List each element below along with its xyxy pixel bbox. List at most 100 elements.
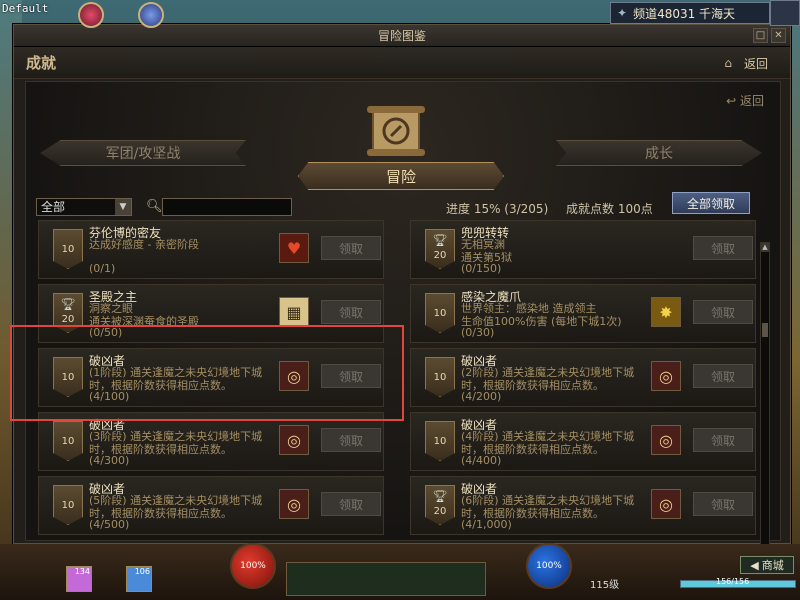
burst-icon[interactable]: ✸ bbox=[651, 297, 681, 327]
claim-button[interactable]: 领取 bbox=[321, 364, 381, 388]
tab-legion[interactable]: 军团/攻坚战 bbox=[40, 140, 246, 166]
claim-button[interactable]: 领取 bbox=[321, 492, 381, 516]
skill-bar[interactable] bbox=[286, 562, 486, 596]
rune-icon[interactable]: ◎ bbox=[651, 489, 681, 519]
version-label: Default bbox=[2, 2, 49, 15]
achievement-card: 10 感染之魔爪 世界领主：感染地 造成领主 生命值100%伤害 (每地下城1次)(… bbox=[410, 284, 756, 343]
points-medal: 🏆︎ 20 bbox=[425, 485, 455, 525]
points-medal: 10 bbox=[425, 421, 455, 461]
achievement-desc: (3阶段) 通关逢魔之未央幻境地下城时，根据阶数获得相应点数。 bbox=[89, 430, 263, 456]
points-medal: 10 bbox=[425, 357, 455, 397]
achievement-desc: 无相冥渊 通关第5狱 bbox=[461, 238, 512, 264]
mp-orb: 100% bbox=[526, 543, 572, 589]
points-medal: 10 bbox=[53, 357, 83, 397]
points-medal: 10 bbox=[53, 485, 83, 525]
home-icon[interactable]: ⌂ bbox=[724, 56, 732, 70]
tab-growth[interactable]: 成长 bbox=[556, 140, 762, 166]
claim-button[interactable]: 领取 bbox=[693, 364, 753, 388]
hp-numbers: 156/156 bbox=[716, 577, 750, 586]
achievement-card: 🏆︎ 20 兜兜转转 无相冥渊 通关第5狱 (0/150) 领取 bbox=[410, 220, 756, 279]
points-text: 成就点数 100点 bbox=[566, 202, 653, 216]
achievement-progress: (4/300) bbox=[89, 454, 130, 467]
claim-button[interactable]: 领取 bbox=[693, 492, 753, 516]
achievement-card: 10 破凶者 (5阶段) 通关逢魔之未央幻境地下城时，根据阶数获得相应点数。 (4/5… bbox=[38, 476, 384, 535]
achievement-desc: (5阶段) 通关逢魔之未央幻境地下城时，根据阶数获得相应点数。 bbox=[89, 494, 263, 520]
achievement-desc: 世界领主：感染地 造成领主 生命值100%伤害 (每地下城1次) bbox=[461, 302, 622, 328]
inventory-slot[interactable]: 106 bbox=[126, 566, 152, 592]
achievement-card: 10 破凶者 (3阶段) 通关逢魔之未央幻境地下城时，根据阶数获得相应点数。 (4/3… bbox=[38, 412, 384, 471]
minimap-button[interactable] bbox=[770, 0, 800, 26]
achievement-panel: ↩ 返回 军团/攻坚战 冒险 成长 全部 ▼ 🔍︎ 进度 15% (3/205)… bbox=[25, 81, 781, 560]
claim-button[interactable]: 领取 bbox=[321, 300, 381, 324]
shop-icon: ◀ bbox=[750, 558, 759, 572]
points-medal: 🏆︎ 20 bbox=[425, 229, 455, 269]
window-titlebar[interactable]: 冒险图鉴 □ ✕ bbox=[14, 25, 790, 47]
achievement-progress: (4/200) bbox=[461, 390, 502, 403]
back-button[interactable]: 返回 bbox=[744, 55, 768, 72]
hp-orb: 100% bbox=[230, 543, 276, 589]
claim-button[interactable]: 领取 bbox=[693, 236, 753, 260]
close-button[interactable]: ✕ bbox=[771, 28, 786, 43]
rune-icon[interactable]: ◎ bbox=[279, 361, 309, 391]
achievement-desc: 洞察之眼 通关被深渊蚕食的圣殿 bbox=[89, 302, 199, 328]
rune-icon[interactable]: ◎ bbox=[651, 361, 681, 391]
window-title: 冒险图鉴 bbox=[377, 29, 426, 43]
chevron-down-icon[interactable]: ▼ bbox=[115, 199, 131, 215]
achievement-desc: (4阶段) 通关逢魔之未央幻境地下城时，根据阶数获得相应点数。 bbox=[461, 430, 635, 456]
points-value: 10 bbox=[433, 308, 447, 319]
trophy-icon: 🏆︎ bbox=[432, 233, 448, 247]
category-dropdown-value: 全部 bbox=[41, 200, 66, 214]
shop-button[interactable]: ◀ 商城 bbox=[740, 556, 794, 574]
back-link[interactable]: ↩ 返回 bbox=[726, 92, 764, 109]
claim-button[interactable]: 领取 bbox=[693, 428, 753, 452]
trophy-icon: 🏆︎ bbox=[432, 489, 448, 503]
points-medal: 10 bbox=[53, 229, 83, 269]
rune-icon[interactable]: ◎ bbox=[279, 489, 309, 519]
achievement-desc: (2阶段) 通关逢魔之未央幻境地下城时，根据阶数获得相应点数。 bbox=[461, 366, 635, 392]
rune-icon[interactable]: ◎ bbox=[651, 425, 681, 455]
buff-icon[interactable] bbox=[78, 2, 104, 28]
adventure-guide-window: 冒险图鉴 □ ✕ 成就 ⌂ 返回 ↩ 返回 军团/攻坚战 冒险 成长 全部 ▼ bbox=[13, 24, 791, 560]
points-value: 10 bbox=[433, 436, 447, 447]
achievement-progress: (0/150) bbox=[461, 262, 502, 275]
channel-indicator[interactable]: ✦ 频道48031 千海天 bbox=[610, 2, 770, 24]
points-value: 10 bbox=[433, 372, 447, 383]
achievement-desc: (6阶段) 通关逢魔之未央幻境地下城时，根据阶数获得相应点数。 bbox=[461, 494, 635, 520]
claim-button[interactable]: 领取 bbox=[321, 236, 381, 260]
points-value: 20 bbox=[433, 506, 447, 517]
list-scrollbar[interactable]: ▲ ▼ bbox=[760, 242, 770, 560]
rune-icon[interactable]: ◎ bbox=[279, 425, 309, 455]
achievement-progress: (4/1,000) bbox=[461, 518, 512, 531]
trophy-icon: 🏆︎ bbox=[60, 297, 76, 311]
tab-adventure[interactable]: 冒险 bbox=[298, 162, 504, 190]
back-link-label: 返回 bbox=[739, 94, 764, 108]
points-value: 20 bbox=[433, 250, 447, 261]
claim-button[interactable]: 领取 bbox=[693, 300, 753, 324]
level-label: 115级 bbox=[590, 580, 620, 591]
points-medal: 10 bbox=[53, 421, 83, 461]
achievement-progress: (0/1) bbox=[89, 262, 116, 275]
inventory-count: 134 bbox=[74, 567, 90, 576]
scrollbar-thumb[interactable] bbox=[762, 323, 768, 337]
achievement-progress: (4/500) bbox=[89, 518, 130, 531]
achievement-card: 10 破凶者 (1阶段) 通关逢魔之未央幻境地下城时，根据阶数获得相应点数。 (4/1… bbox=[38, 348, 384, 407]
achievement-progress: (0/30) bbox=[461, 326, 495, 339]
points-value: 10 bbox=[61, 372, 75, 383]
claim-all-button[interactable]: 全部领取 bbox=[672, 192, 750, 214]
buff-icon[interactable] bbox=[138, 2, 164, 28]
claim-button[interactable]: 领取 bbox=[321, 428, 381, 452]
channel-icon: ✦ bbox=[617, 6, 628, 20]
game-screen: Default ✦ 频道48031 千海天 冒险图鉴 □ ✕ 成就 ⌂ 返回 ↩… bbox=[0, 0, 800, 600]
minimize-button[interactable]: □ bbox=[753, 28, 768, 43]
heart-icon[interactable]: ♥ bbox=[279, 233, 309, 263]
achievement-card: 🏆︎ 20 破凶者 (6阶段) 通关逢魔之未央幻境地下城时，根据阶数获得相应点数。 (4… bbox=[410, 476, 756, 535]
map-icon[interactable]: ▦ bbox=[279, 297, 309, 327]
achievement-card: 10 芬伦博的密友 达成好感度 - 亲密阶段 (0/1) ♥ 领取 bbox=[38, 220, 384, 279]
search-input[interactable] bbox=[162, 198, 292, 216]
scroll-up-icon[interactable]: ▲ bbox=[761, 243, 769, 252]
category-dropdown[interactable]: 全部 ▼ bbox=[36, 198, 132, 216]
achievement-card: 10 破凶者 (2阶段) 通关逢魔之未央幻境地下城时，根据阶数获得相应点数。 (4/2… bbox=[410, 348, 756, 407]
achievement-card: 🏆︎ 20 圣殿之主 洞察之眼 通关被深渊蚕食的圣殿 (0/50) ▦ 领取 bbox=[38, 284, 384, 343]
inventory-slot[interactable]: 134 bbox=[66, 566, 92, 592]
points-medal: 🏆︎ 20 bbox=[53, 293, 83, 333]
